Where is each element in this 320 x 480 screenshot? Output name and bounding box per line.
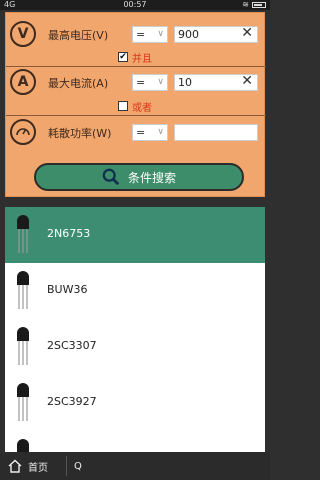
clear-icon[interactable]: ✕ — [241, 74, 253, 89]
power-label: 耗散功率(W) — [48, 127, 112, 140]
power-operator-select[interactable]: = ∨ — [132, 124, 168, 141]
transistor-icon — [17, 439, 29, 452]
current-filter-row: A 最大电流(A) = ∨ 10 ✕ — [6, 69, 266, 95]
home-icon — [8, 459, 22, 473]
divider — [6, 115, 266, 116]
and-checkbox[interactable]: ✔ — [118, 52, 128, 62]
list-item[interactable] — [5, 431, 265, 452]
status-bar: 4G 00:57 ≋ — [0, 0, 270, 10]
or-checkbox[interactable] — [118, 101, 128, 111]
or-label: 或者 — [132, 102, 152, 114]
current-operator-select[interactable]: = ∨ — [132, 74, 168, 91]
transistor-icon — [17, 383, 29, 421]
voltage-filter-row: V 最高电压(V) = ∨ 900 ✕ — [6, 21, 266, 47]
transistor-icon — [17, 215, 29, 253]
and-label: 并且 — [132, 53, 152, 65]
part-number: 2SC3307 — [47, 339, 97, 352]
part-number: BUW36 — [47, 283, 88, 296]
current-icon: A — [10, 69, 36, 95]
filter-panel: V 最高电压(V) = ∨ 900 ✕ ✔ 并且 A 最大电流(A) = ∨ 1… — [5, 12, 266, 197]
divider — [6, 66, 266, 67]
clock: 00:57 — [123, 0, 147, 9]
bottom-tab-bar: 首页 Q — [0, 452, 270, 480]
tab-home[interactable]: 首页 — [8, 452, 48, 480]
gauge-icon — [10, 119, 36, 145]
chevron-down-icon: ∨ — [157, 127, 164, 137]
voltage-value-input[interactable]: 900 ✕ — [174, 26, 258, 43]
or-option[interactable]: 或者 — [118, 99, 152, 114]
tab-home-label: 首页 — [28, 462, 48, 474]
tab-search[interactable]: Q — [74, 452, 82, 480]
current-value-input[interactable]: 10 ✕ — [174, 74, 258, 91]
power-filter-row: 耗散功率(W) = ∨ — [6, 119, 266, 145]
results-list[interactable]: 2N6753 BUW36 2SC3307 2SC3927 — [5, 207, 265, 452]
chevron-down-icon: ∨ — [157, 29, 164, 39]
voltage-icon: V — [10, 21, 36, 47]
list-item[interactable]: 2N6753 — [5, 207, 265, 263]
tab-search-label: Q — [74, 460, 82, 472]
clear-icon[interactable]: ✕ — [241, 26, 253, 41]
list-item[interactable]: 2SC3307 — [5, 319, 265, 375]
wifi-icon: ≋ — [242, 0, 249, 9]
chevron-down-icon: ∨ — [157, 77, 164, 87]
search-icon — [102, 168, 120, 186]
part-number: 2N6753 — [47, 227, 91, 240]
search-button[interactable]: 条件搜索 — [34, 163, 244, 191]
list-item[interactable]: 2SC3927 — [5, 375, 265, 431]
battery-icon — [252, 2, 266, 8]
voltage-label: 最高电压(V) — [48, 29, 109, 42]
voltage-operator-select[interactable]: = ∨ — [132, 26, 168, 43]
part-number: 2SC3927 — [47, 395, 97, 408]
transistor-icon — [17, 271, 29, 309]
power-value-input[interactable] — [174, 124, 258, 141]
transistor-icon — [17, 327, 29, 365]
list-item[interactable]: BUW36 — [5, 263, 265, 319]
and-option[interactable]: ✔ 并且 — [118, 50, 152, 65]
search-button-label: 条件搜索 — [127, 170, 176, 185]
current-label: 最大电流(A) — [48, 77, 109, 90]
